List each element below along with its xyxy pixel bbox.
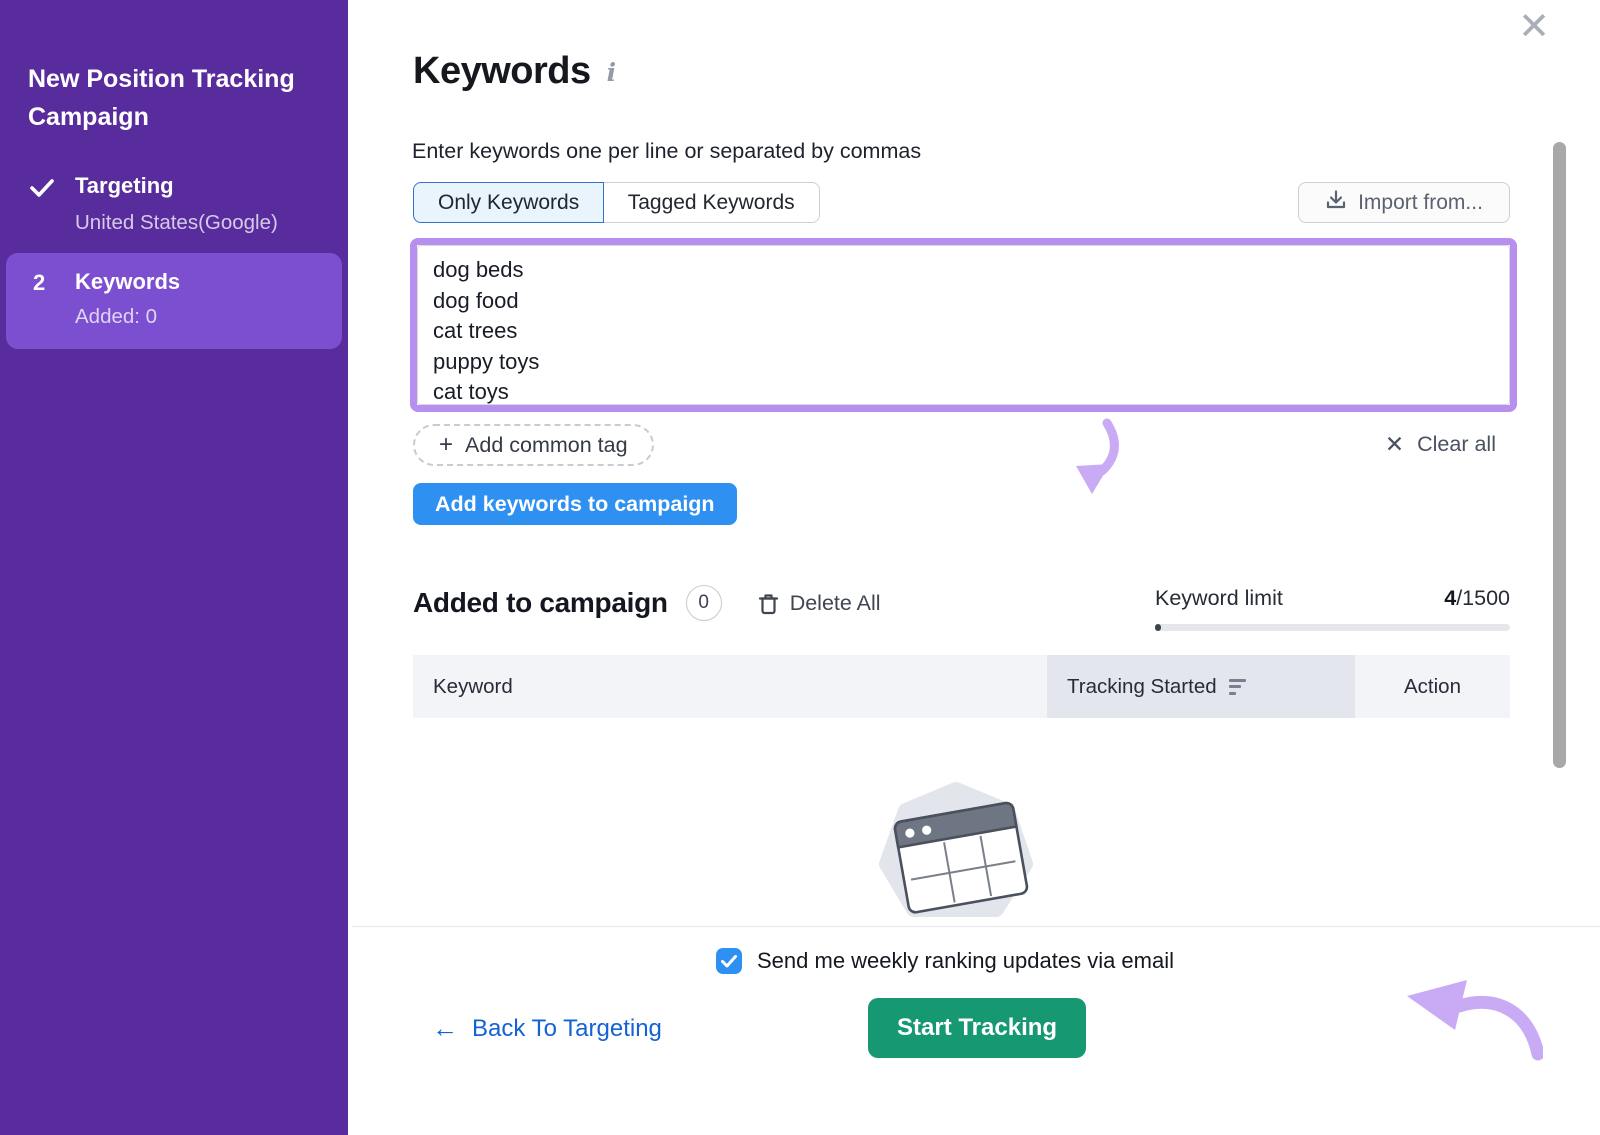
add-common-tag-label: Add common tag xyxy=(465,433,628,458)
wizard-sidebar: New Position Tracking Campaign Targeting… xyxy=(0,0,348,1135)
close-icon[interactable]: ✕ xyxy=(1518,8,1550,46)
empty-table-illustration xyxy=(844,776,1074,928)
back-to-targeting-label: Back To Targeting xyxy=(472,1015,662,1043)
keywords-panel: ✕ Keywords i Enter keywords one per line… xyxy=(348,0,1600,1135)
weekly-updates-label: Send me weekly ranking updates via email xyxy=(757,948,1174,974)
back-arrow-icon: ← xyxy=(432,1013,458,1044)
added-to-campaign-title: Added to campaign xyxy=(413,587,668,619)
weekly-updates-checkbox[interactable] xyxy=(716,948,742,974)
added-to-campaign-row: Added to campaign 0 Delete All xyxy=(413,585,881,621)
step-keywords-label: Keywords xyxy=(75,269,180,295)
keywords-mode-tabs: Only Keywords Tagged Keywords xyxy=(413,182,820,223)
delete-all-label: Delete All xyxy=(790,591,881,616)
position-tracking-modal: New Position Tracking Campaign Targeting… xyxy=(0,0,1600,1135)
keyword-limit-block: Keyword limit 4/1500 xyxy=(1155,586,1510,631)
keywords-textarea[interactable]: dog beds dog food cat trees puppy toys c… xyxy=(417,245,1510,405)
step-number: 2 xyxy=(33,270,45,296)
tracking-started-label: Tracking Started xyxy=(1067,675,1217,699)
column-header-keyword: Keyword xyxy=(413,655,1047,718)
keyword-limit-progress-fill xyxy=(1155,624,1161,631)
plus-icon: + xyxy=(439,431,453,459)
annotation-arrow-to-start-tracking xyxy=(1401,968,1543,1062)
column-header-action: Action xyxy=(1355,655,1510,718)
vertical-scrollbar[interactable] xyxy=(1553,142,1566,768)
keyword-limit-value: 4/1500 xyxy=(1444,586,1510,611)
clear-icon: ✕ xyxy=(1385,431,1404,458)
download-icon xyxy=(1325,189,1347,217)
start-tracking-button[interactable]: Start Tracking xyxy=(868,998,1086,1058)
import-from-button[interactable]: Import from... xyxy=(1298,182,1510,223)
keywords-textarea-highlight: dog beds dog food cat trees puppy toys c… xyxy=(410,238,1517,412)
back-to-targeting-link[interactable]: ← Back To Targeting xyxy=(432,1013,662,1044)
tab-only-keywords[interactable]: Only Keywords xyxy=(413,182,604,223)
keywords-instructions: Enter keywords one per line or separated… xyxy=(412,139,921,164)
tab-tagged-keywords[interactable]: Tagged Keywords xyxy=(603,182,820,223)
step-targeting-label: Targeting xyxy=(75,173,174,199)
wizard-title: New Position Tracking Campaign xyxy=(28,60,320,136)
page-title-row: Keywords i xyxy=(413,50,616,93)
added-count-badge: 0 xyxy=(686,585,722,621)
step-targeting-value: United States(Google) xyxy=(75,211,278,235)
check-icon xyxy=(30,178,54,203)
sidebar-step-keywords[interactable]: 2 Keywords Added: 0 xyxy=(6,253,342,349)
annotation-arrow-to-add-button xyxy=(1068,418,1126,502)
column-header-tracking-started[interactable]: Tracking Started xyxy=(1047,655,1355,718)
clear-all-button[interactable]: ✕ Clear all xyxy=(1385,431,1496,458)
sidebar-step-targeting[interactable]: Targeting United States(Google) xyxy=(0,170,348,240)
checkmark-icon xyxy=(721,955,737,968)
info-icon[interactable]: i xyxy=(607,58,617,87)
add-common-tag-button[interactable]: + Add common tag xyxy=(413,424,654,466)
import-from-label: Import from... xyxy=(1358,191,1483,215)
footer-divider xyxy=(352,926,1600,927)
delete-all-button[interactable]: Delete All xyxy=(758,591,881,616)
clear-all-label: Clear all xyxy=(1417,432,1496,457)
keyword-limit-progressbar xyxy=(1155,624,1510,631)
keywords-table-header: Keyword Tracking Started Action xyxy=(413,655,1510,718)
step-keywords-count: Added: 0 xyxy=(75,305,157,329)
sort-descending-icon xyxy=(1229,679,1246,695)
add-keywords-to-campaign-button[interactable]: Add keywords to campaign xyxy=(413,483,737,525)
trash-icon xyxy=(758,592,779,615)
keyword-limit-label: Keyword limit xyxy=(1155,586,1283,611)
weekly-updates-row: Send me weekly ranking updates via email xyxy=(716,948,1174,974)
page-title: Keywords xyxy=(413,50,591,93)
